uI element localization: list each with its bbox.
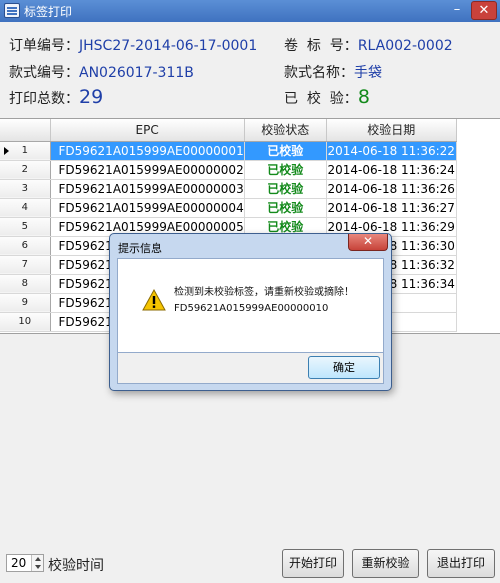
dialog-close-button[interactable]: ✕: [348, 234, 388, 251]
window-title: 标签打印: [24, 5, 73, 19]
dialog-footer: 确定: [117, 353, 384, 384]
style-code-value: AN026017-311B: [79, 65, 194, 81]
ok-button[interactable]: 确定: [308, 356, 380, 379]
status-cell[interactable]: 已校验: [244, 160, 327, 180]
epc-cell[interactable]: FD59621A015999AE00000002: [50, 160, 245, 180]
status-cell[interactable]: 已校验: [244, 179, 327, 199]
dialog-message-line2: FD59621A015999AE00000010: [174, 303, 329, 314]
close-button[interactable]: ✕: [471, 1, 497, 20]
status-cell[interactable]: 已校验: [244, 198, 327, 218]
order-number-field: 订单编号：JHSC27-2014-06-17-0001: [9, 35, 257, 55]
stepper-down-icon[interactable]: [35, 565, 41, 569]
style-name-field: 款式名称：手袋: [284, 62, 382, 82]
date-cell[interactable]: 2014-06-18 11:36:26: [326, 179, 457, 199]
interval-label: 校验时间: [48, 558, 104, 574]
row-number[interactable]: 8: [0, 274, 51, 294]
dialog-body: 检测到未校验标签，请重新校验或摘除！ FD59621A015999AE00000…: [117, 258, 384, 353]
row-number[interactable]: 2: [0, 160, 51, 180]
table-row[interactable]: 1 FD59621A015999AE00000001 已校验 2014-06-18 1…: [0, 141, 457, 161]
order-number-label: 订单编号：: [9, 38, 79, 54]
column-header-status[interactable]: 校验状态: [244, 119, 327, 142]
column-header-date[interactable]: 校验日期: [326, 119, 457, 142]
grid-corner-header: [0, 119, 51, 142]
epc-cell[interactable]: FD59621A015999AE00000004: [50, 198, 245, 218]
print-total-label: 打印总数：: [9, 91, 79, 107]
row-number[interactable]: 1: [0, 141, 51, 161]
row-number[interactable]: 7: [0, 255, 51, 275]
title-bar: 标签打印 – ✕: [0, 0, 500, 22]
order-number-value: JHSC27-2014-06-17-0001: [79, 38, 258, 54]
exit-print-button[interactable]: 退出打印: [427, 549, 495, 578]
table-row[interactable]: 3 FD59621A015999AE00000003 已校验 2014-06-18 1…: [0, 179, 457, 199]
verified-count-value: 8: [357, 86, 370, 108]
verified-count-field: 已 校 验：8: [284, 86, 370, 108]
table-row[interactable]: 4 FD59621A015999AE00000004 已校验 2014-06-18 1…: [0, 198, 457, 218]
epc-cell[interactable]: FD59621A015999AE00000001: [50, 141, 245, 161]
dialog-title: 提示信息: [118, 242, 162, 255]
row-number[interactable]: 9: [0, 293, 51, 313]
date-cell[interactable]: 2014-06-18 11:36:22: [326, 141, 457, 161]
epc-cell[interactable]: FD59621A015999AE00000003: [50, 179, 245, 199]
date-cell[interactable]: 2014-06-18 11:36:27: [326, 198, 457, 218]
dialog-message-line1: 检测到未校验标签，请重新校验或摘除！: [174, 287, 354, 298]
row-number[interactable]: 6: [0, 236, 51, 256]
status-cell[interactable]: 已校验: [244, 141, 327, 161]
start-print-button[interactable]: 开始打印: [282, 549, 344, 578]
roll-number-label: 卷 标 号：: [284, 38, 358, 54]
roll-number-value: RLA002-0002: [357, 38, 453, 54]
column-header-epc[interactable]: EPC: [50, 119, 245, 142]
row-number[interactable]: 4: [0, 198, 51, 218]
table-row[interactable]: 2 FD59621A015999AE00000002 已校验 2014-06-18 1…: [0, 160, 457, 180]
stepper-arrows[interactable]: [31, 555, 43, 571]
reverify-button[interactable]: 重新校验: [352, 549, 419, 578]
row-number[interactable]: 3: [0, 179, 51, 199]
dialog-message: 检测到未校验标签，请重新校验或摘除！ FD59621A015999AE00000…: [174, 285, 354, 317]
current-row-arrow-icon: [4, 146, 9, 155]
minimize-button[interactable]: –: [444, 1, 470, 20]
stepper-up-icon[interactable]: [35, 557, 41, 561]
message-dialog: 提示信息 ✕ 检测到未校验标签，请重新校验或摘除！ FD59621A015999…: [109, 233, 392, 391]
style-code-label: 款式编号：: [9, 65, 79, 81]
warning-icon: [142, 289, 166, 311]
row-number[interactable]: 5: [0, 217, 51, 237]
style-code-field: 款式编号：AN026017-311B: [9, 62, 194, 82]
style-name-label: 款式名称：: [284, 65, 354, 81]
interval-stepper[interactable]: 20: [6, 554, 44, 572]
print-total-field: 打印总数：29: [9, 86, 103, 108]
app-icon: [4, 3, 20, 18]
interval-value[interactable]: 20: [11, 556, 26, 570]
row-number[interactable]: 10: [0, 312, 51, 332]
style-name-value: 手袋: [354, 65, 382, 81]
verified-count-label: 已 校 验：: [284, 91, 358, 107]
roll-number-field: 卷 标 号：RLA002-0002: [284, 35, 453, 55]
print-total-value: 29: [79, 86, 104, 108]
date-cell[interactable]: 2014-06-18 11:36:24: [326, 160, 457, 180]
